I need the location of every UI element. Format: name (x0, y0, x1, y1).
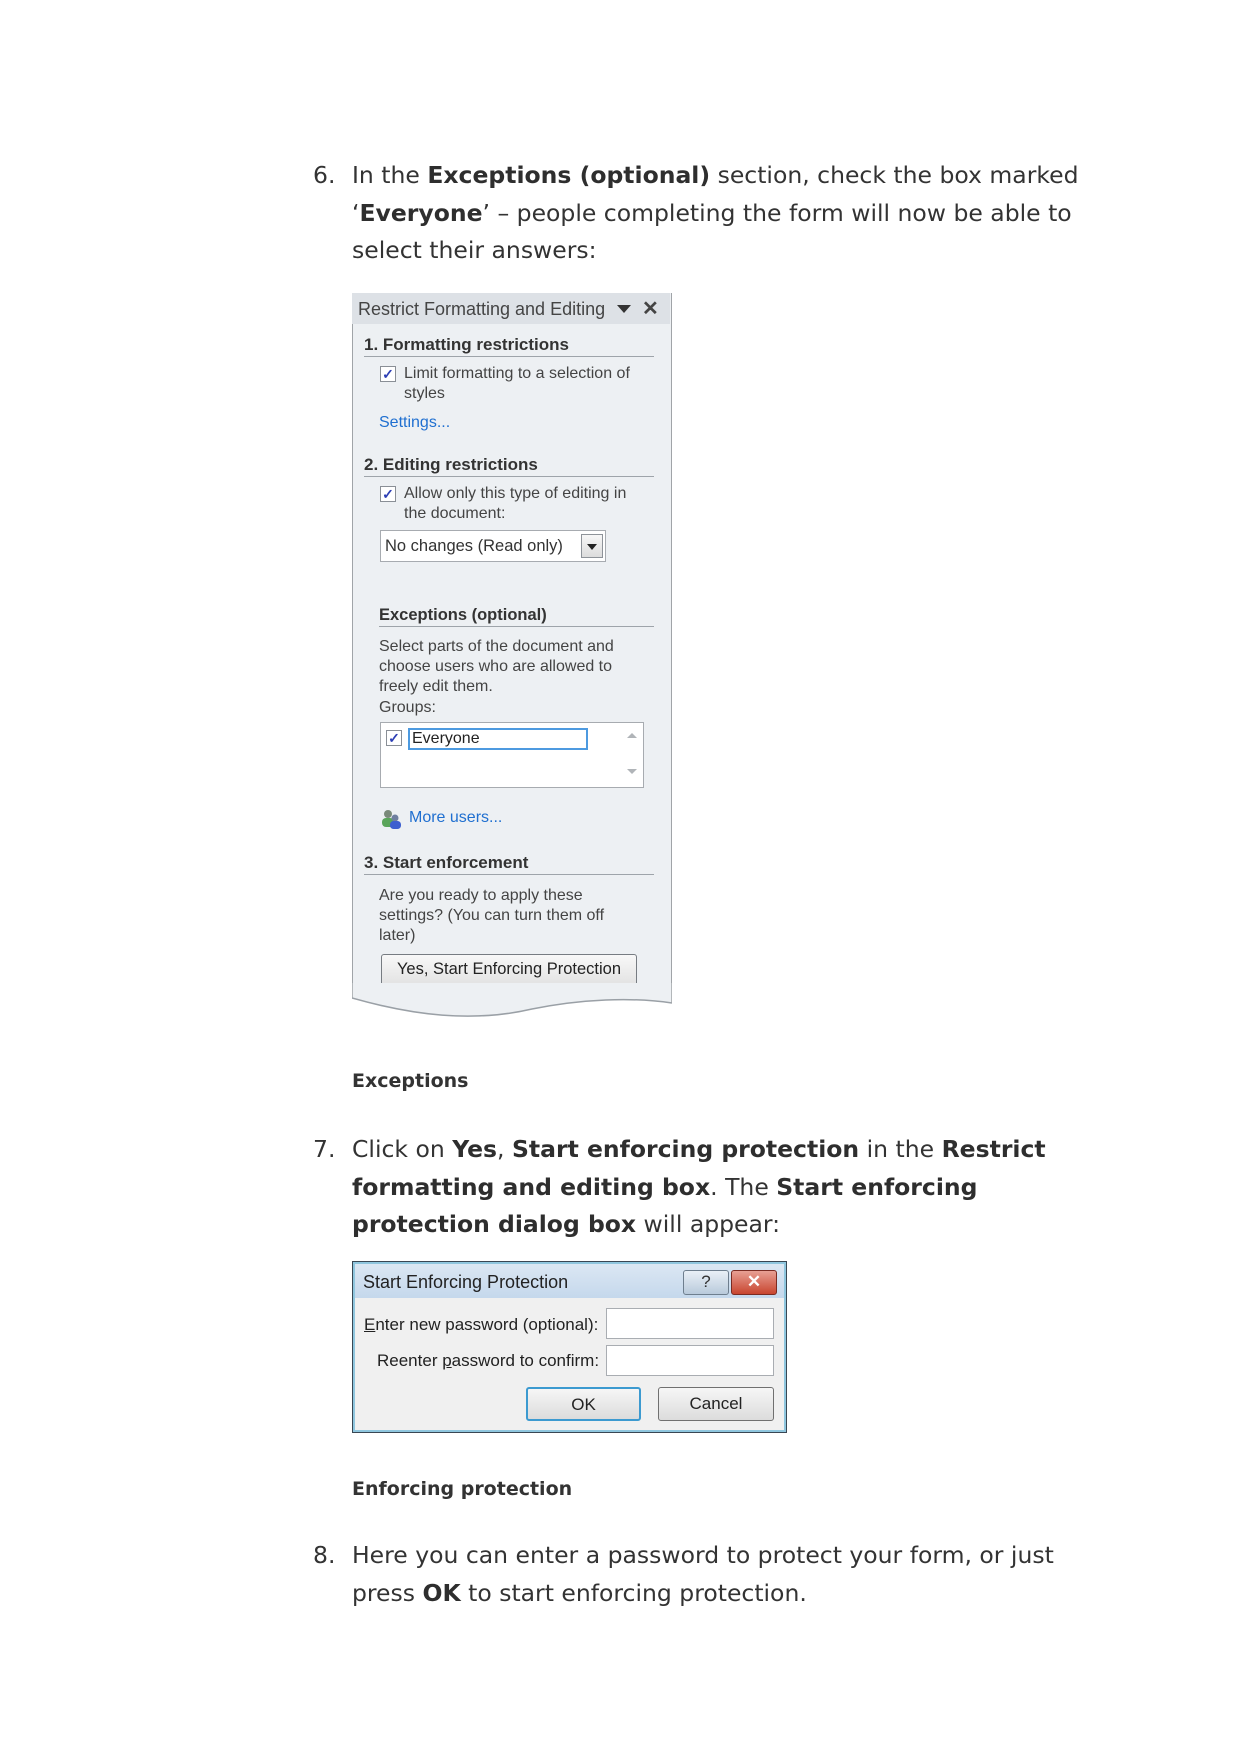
scroll-up-icon[interactable] (627, 733, 637, 738)
password-input[interactable] (606, 1308, 774, 1339)
step-text: Click on Yes, Start enforcing protection… (352, 1131, 1093, 1244)
dialog-titlebar: Start Enforcing Protection ? ✕ (355, 1264, 784, 1298)
scroll-down-icon[interactable] (627, 769, 637, 774)
step-number: 6. (313, 161, 336, 189)
accelerator-key: p (442, 1351, 452, 1370)
panel-title: Restrict Formatting and Editing (358, 299, 606, 319)
start-enforcement-description: Are you ready to apply these settings? (… (379, 886, 604, 946)
exceptions-description: Select parts of the document and choose … (379, 637, 614, 697)
editing-type-select[interactable]: No changes (Read only) (380, 530, 606, 562)
desc-line: choose users who are allowed to (379, 658, 613, 675)
bold-text: Exceptions (optional) (427, 161, 711, 189)
start-enforcing-protection-button[interactable]: Yes, Start Enforcing Protection (381, 954, 637, 986)
everyone-group-item[interactable]: Everyone (408, 728, 588, 750)
torn-edge (352, 983, 672, 1017)
confirm-password-label: Reenter password to confirm: (377, 1351, 599, 1371)
label-line: Limit formatting to a selection of (404, 365, 630, 382)
confirm-password-input[interactable] (606, 1345, 774, 1376)
label-line: styles (404, 385, 445, 402)
settings-link[interactable]: Settings... (379, 414, 450, 432)
desc-line: later) (379, 927, 416, 944)
more-users-link[interactable]: More users... (409, 809, 502, 827)
close-icon[interactable]: ✕ (731, 1270, 777, 1295)
bold-text: Start enforcing protection (511, 1135, 860, 1163)
limit-formatting-label: Limit formatting to a selection of style… (404, 364, 630, 404)
groups-label: Groups: (379, 699, 436, 716)
exceptions-heading: Exceptions (optional) (379, 606, 654, 627)
start-enforcing-protection-dialog: Start Enforcing Protection ? ✕ Enter new… (352, 1261, 787, 1433)
start-enforcement-heading: 3. Start enforcement (364, 853, 654, 875)
restrict-formatting-panel: Restrict Formatting and Editing ✕ 1. For… (352, 293, 672, 1020)
bold-text: Everyone (359, 198, 483, 227)
text-run: to start enforcing protection. (460, 1578, 807, 1607)
step-number: 8. (313, 1541, 336, 1569)
accelerator-key: E (364, 1315, 376, 1334)
allow-editing-checkbox[interactable]: ✓ (380, 486, 396, 502)
ok-button[interactable]: OK (526, 1387, 641, 1421)
desc-line: settings? (You can turn them off (379, 907, 605, 924)
step-7: 7. Click on Yes, Start enforcing protect… (313, 1131, 1093, 1244)
label-line: Allow only this type of editing in (404, 485, 627, 502)
chevron-down-icon (587, 544, 597, 550)
password-label: Enter new password (optional): (364, 1315, 598, 1335)
users-icon (382, 810, 401, 829)
limit-formatting-checkbox[interactable]: ✓ (380, 366, 396, 382)
dialog-title: Start Enforcing Protection (363, 1272, 569, 1292)
select-dropdown-button[interactable] (581, 534, 603, 558)
text-run: . The (710, 1172, 777, 1201)
step-text: Here you can enter a password to protect… (352, 1537, 1093, 1612)
everyone-checkbox[interactable]: ✓ (386, 730, 402, 746)
groups-listbox[interactable]: ✓ Everyone (380, 722, 644, 788)
step-6: 6. In the Exceptions (optional) section,… (313, 157, 1093, 270)
panel-titlebar: Restrict Formatting and Editing ✕ (352, 293, 670, 324)
allow-editing-label: Allow only this type of editing in the d… (404, 484, 626, 524)
editing-restrictions-heading: 2. Editing restrictions (364, 455, 654, 477)
groups-scrollbar[interactable] (619, 723, 643, 787)
step-8: 8. Here you can enter a password to prot… (313, 1537, 1093, 1612)
cancel-button[interactable]: Cancel (658, 1387, 774, 1421)
label-text: nter new password (optional): (375, 1315, 599, 1334)
label-text: assword to confirm: (451, 1351, 600, 1370)
figure-caption-enforcing: Enforcing protection (352, 1478, 573, 1500)
bold-text: OK (422, 1578, 461, 1607)
panel-menu-dropdown-icon[interactable] (617, 305, 631, 313)
desc-line: Select parts of the document and (379, 638, 614, 655)
label-line: the document: (404, 505, 506, 522)
text-run: Click on (352, 1135, 453, 1163)
text-run: In the (352, 161, 428, 189)
desc-line: Are you ready to apply these (379, 887, 583, 904)
figure-caption-exceptions: Exceptions (352, 1070, 469, 1092)
panel-close-icon[interactable]: ✕ (642, 296, 659, 321)
text-run: will appear: (636, 1210, 781, 1238)
text-run: in the (859, 1135, 942, 1163)
select-value: No changes (Read only) (385, 537, 563, 555)
help-icon[interactable]: ? (683, 1270, 729, 1295)
label-text: Reenter (377, 1351, 443, 1370)
step-number: 7. (313, 1135, 336, 1163)
bold-text: Yes (452, 1135, 498, 1163)
step-text: In the Exceptions (optional) section, ch… (352, 157, 1093, 270)
text-run: , (497, 1135, 512, 1163)
formatting-restrictions-heading: 1. Formatting restrictions (364, 335, 654, 357)
desc-line: freely edit them. (379, 678, 493, 695)
